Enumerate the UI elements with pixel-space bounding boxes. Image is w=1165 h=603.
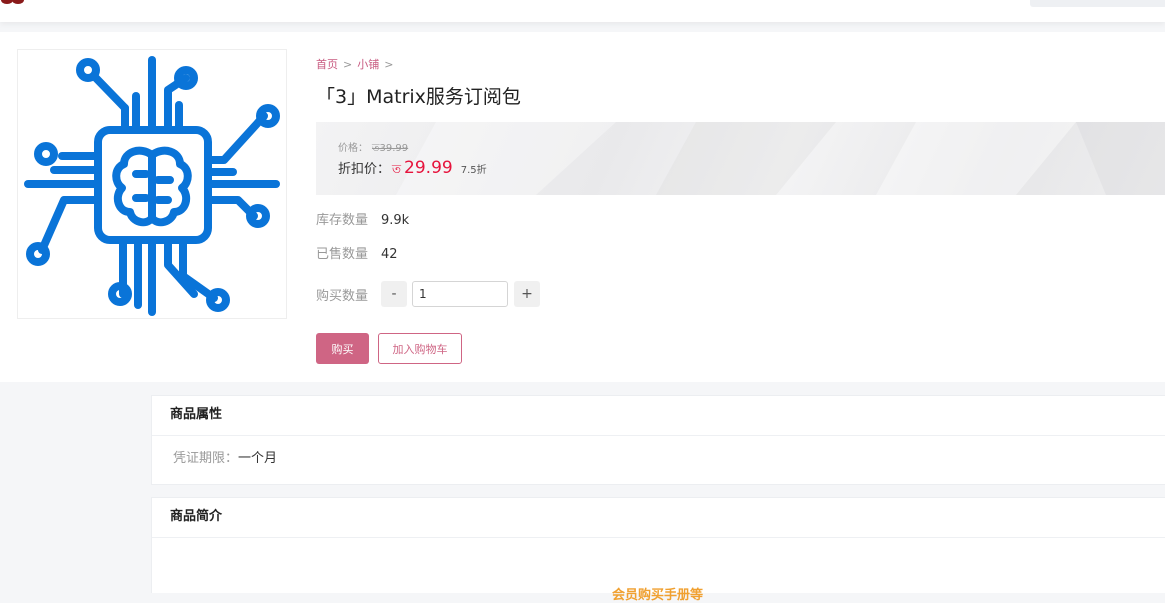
description-teaser: 会员购买手册等: [612, 588, 704, 603]
attribute-value: 一个月: [238, 451, 278, 466]
discount-label: 折扣价：: [338, 162, 391, 177]
buy-button[interactable]: 购买: [316, 333, 369, 364]
discount-rate: 7.5折: [460, 165, 487, 176]
price-box: 价格： ত39.99 折扣价： ত 29.99 7.5折: [316, 122, 1165, 195]
attribute-key: 凭证期限：: [173, 451, 239, 466]
description-panel: 商品简介 会员购买手册等: [151, 497, 1165, 603]
discount-price-row: 折扣价： ত 29.99 7.5折: [338, 158, 487, 181]
top-header: [0, 0, 1165, 22]
stock-label: 库存数量: [316, 213, 369, 228]
add-to-cart-button[interactable]: 加入购物车: [378, 333, 462, 364]
stock-row: 库存数量 9.9k: [316, 209, 409, 228]
price-label: 价格：: [338, 143, 368, 154]
breadcrumb-separator: >: [343, 58, 353, 71]
ai-chip-brain-icon: [24, 56, 280, 316]
original-price-row: 价格： ত39.99: [338, 139, 408, 158]
breadcrumb-separator: >: [384, 58, 394, 71]
attributes-panel: 商品属性 凭证期限：一个月: [151, 395, 1165, 485]
description-title: 商品简介: [152, 498, 1165, 538]
currency-symbol: ত: [392, 162, 402, 176]
sold-label: 已售数量: [316, 247, 369, 262]
sold-row: 已售数量 42: [316, 243, 398, 262]
product-section: 首页 > 小铺 > 「3」Matrix服务订阅包 价格： ত39.99 折扣价： ত 29.…: [0, 32, 1165, 382]
quantity-minus-button[interactable]: -: [381, 281, 407, 307]
attributes-title: 商品属性: [152, 396, 1165, 436]
header-search-input[interactable]: [1030, 0, 1165, 7]
breadcrumb-shop-link[interactable]: 小铺: [357, 58, 379, 71]
product-info: 首页 > 小铺 > 「3」Matrix服务订阅包 价格： ত39.99 折扣价： ত 29.…: [316, 57, 1165, 364]
stock-value: 9.9k: [381, 213, 410, 228]
breadcrumb: 首页 > 小铺 >: [316, 57, 1165, 73]
product-title: 「3」Matrix服务订阅包: [316, 86, 521, 108]
quantity-input[interactable]: [412, 281, 508, 307]
breadcrumb-home-link[interactable]: 首页: [316, 58, 338, 71]
product-image: [17, 49, 287, 319]
attribute-row: 凭证期限：一个月: [152, 436, 1165, 482]
original-price: ত39.99: [372, 143, 409, 154]
discount-price: 29.99: [404, 158, 453, 178]
sold-value: 42: [381, 247, 398, 262]
quantity-plus-button[interactable]: +: [514, 281, 540, 307]
brand-logo-icon[interactable]: [0, 0, 26, 4]
quantity-row: 购买数量 - +: [316, 280, 540, 308]
quantity-label: 购买数量: [316, 288, 369, 304]
